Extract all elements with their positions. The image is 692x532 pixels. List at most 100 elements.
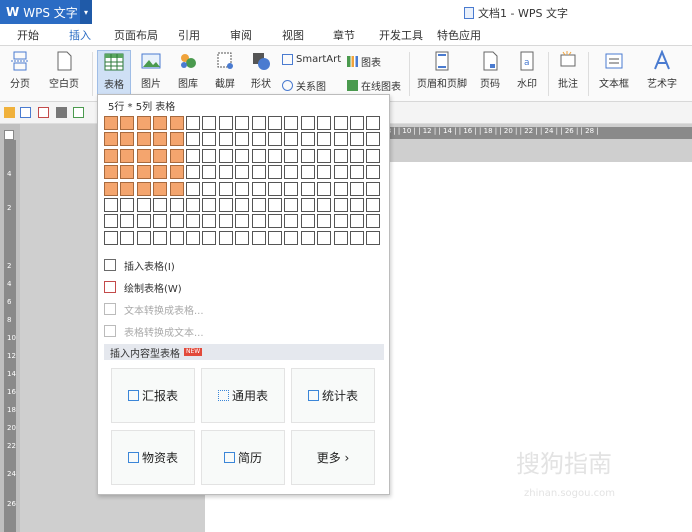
- grid-cell[interactable]: [153, 148, 168, 163]
- grid-cell[interactable]: [350, 148, 364, 163]
- grid-cell[interactable]: [104, 116, 118, 130]
- tile-report-table[interactable]: 汇报表: [111, 368, 195, 423]
- grid-cell[interactable]: [284, 165, 299, 180]
- draw-table-item[interactable]: 绘制表格(W): [104, 277, 384, 297]
- tab-insert[interactable]: 插入: [63, 27, 97, 48]
- grid-cell[interactable]: [300, 230, 315, 245]
- grid-cell[interactable]: [120, 148, 135, 163]
- grid-cell[interactable]: [104, 165, 118, 180]
- grid-cell[interactable]: [317, 148, 332, 163]
- grid-cell[interactable]: [235, 132, 250, 147]
- grid-cell[interactable]: [284, 230, 299, 245]
- open-folder-icon[interactable]: [4, 107, 15, 118]
- grid-cell[interactable]: [218, 214, 233, 229]
- grid-cell[interactable]: [300, 181, 315, 196]
- print-icon[interactable]: [56, 107, 67, 118]
- grid-cell[interactable]: [333, 198, 348, 212]
- grid-cell[interactable]: [153, 230, 168, 245]
- grid-cell[interactable]: [186, 165, 200, 180]
- grid-cell[interactable]: [186, 132, 200, 147]
- grid-cell[interactable]: [350, 181, 364, 196]
- grid-cell[interactable]: [268, 132, 282, 147]
- grid-cell[interactable]: [284, 132, 299, 147]
- grid-cell[interactable]: [366, 214, 381, 229]
- watermark-button[interactable]: a 水印: [511, 50, 543, 90]
- tile-resume[interactable]: 简历: [201, 430, 285, 485]
- wordart-button[interactable]: 艺术字: [640, 50, 684, 90]
- grid-cell[interactable]: [251, 148, 266, 163]
- grid-cell[interactable]: [202, 181, 217, 196]
- online-chart-button[interactable]: 在线图表: [347, 78, 401, 93]
- grid-cell[interactable]: [251, 165, 266, 180]
- shape-button[interactable]: 形状: [245, 50, 277, 90]
- chevron-down-icon[interactable]: ▾: [80, 0, 92, 24]
- grid-cell[interactable]: [169, 165, 184, 180]
- grid-cell[interactable]: [333, 132, 348, 147]
- grid-cell[interactable]: [202, 198, 217, 212]
- grid-cell[interactable]: [251, 116, 266, 130]
- grid-cell[interactable]: [251, 230, 266, 245]
- grid-cell[interactable]: [300, 132, 315, 147]
- grid-cell[interactable]: [169, 148, 184, 163]
- grid-cell[interactable]: [268, 230, 282, 245]
- grid-cell[interactable]: [202, 116, 217, 130]
- save-icon[interactable]: [20, 107, 31, 118]
- grid-cell[interactable]: [251, 198, 266, 212]
- grid-cell[interactable]: [218, 181, 233, 196]
- tile-supplies-table[interactable]: 物资表: [111, 430, 195, 485]
- grid-cell[interactable]: [120, 181, 135, 196]
- grid-cell[interactable]: [186, 214, 200, 229]
- grid-cell[interactable]: [350, 214, 364, 229]
- grid-cell[interactable]: [169, 132, 184, 147]
- grid-cell[interactable]: [186, 116, 200, 130]
- grid-cell[interactable]: [317, 214, 332, 229]
- grid-cell[interactable]: [300, 148, 315, 163]
- grid-cell[interactable]: [300, 116, 315, 130]
- grid-cell[interactable]: [136, 198, 151, 212]
- grid-cell[interactable]: [186, 198, 200, 212]
- grid-cell[interactable]: [186, 181, 200, 196]
- gallery-button[interactable]: 图库: [172, 50, 204, 90]
- grid-cell[interactable]: [136, 148, 151, 163]
- grid-cell[interactable]: [218, 116, 233, 130]
- grid-cell[interactable]: [350, 116, 364, 130]
- grid-cell[interactable]: [136, 214, 151, 229]
- grid-cell[interactable]: [235, 116, 250, 130]
- grid-cell[interactable]: [251, 181, 266, 196]
- tab-start[interactable]: 开始: [17, 27, 39, 43]
- tab-review[interactable]: 审阅: [230, 27, 252, 43]
- grid-cell[interactable]: [235, 230, 250, 245]
- grid-cell[interactable]: [186, 230, 200, 245]
- grid-cell[interactable]: [268, 165, 282, 180]
- grid-cell[interactable]: [218, 148, 233, 163]
- grid-cell[interactable]: [366, 198, 381, 212]
- grid-cell[interactable]: [366, 165, 381, 180]
- picture-button[interactable]: 图片: [135, 50, 167, 90]
- print-preview-icon[interactable]: [73, 107, 84, 118]
- grid-cell[interactable]: [300, 214, 315, 229]
- grid-cell[interactable]: [268, 148, 282, 163]
- grid-cell[interactable]: [120, 132, 135, 147]
- grid-cell[interactable]: [350, 165, 364, 180]
- grid-cell[interactable]: [104, 198, 118, 212]
- grid-cell[interactable]: [169, 198, 184, 212]
- grid-cell[interactable]: [218, 230, 233, 245]
- grid-cell[interactable]: [202, 132, 217, 147]
- grid-cell[interactable]: [104, 214, 118, 229]
- grid-cell[interactable]: [284, 116, 299, 130]
- ruler-toggle-button[interactable]: [4, 130, 14, 140]
- grid-cell[interactable]: [202, 230, 217, 245]
- grid-cell[interactable]: [169, 230, 184, 245]
- grid-cell[interactable]: [202, 214, 217, 229]
- grid-cell[interactable]: [218, 132, 233, 147]
- grid-cell[interactable]: [136, 181, 151, 196]
- grid-cell[interactable]: [136, 116, 151, 130]
- tab-special[interactable]: 特色应用: [437, 27, 481, 43]
- grid-cell[interactable]: [120, 214, 135, 229]
- grid-cell[interactable]: [317, 181, 332, 196]
- grid-cell[interactable]: [218, 198, 233, 212]
- grid-cell[interactable]: [153, 116, 168, 130]
- insert-table-item[interactable]: 插入表格(I): [104, 255, 384, 275]
- grid-cell[interactable]: [268, 214, 282, 229]
- grid-cell[interactable]: [300, 198, 315, 212]
